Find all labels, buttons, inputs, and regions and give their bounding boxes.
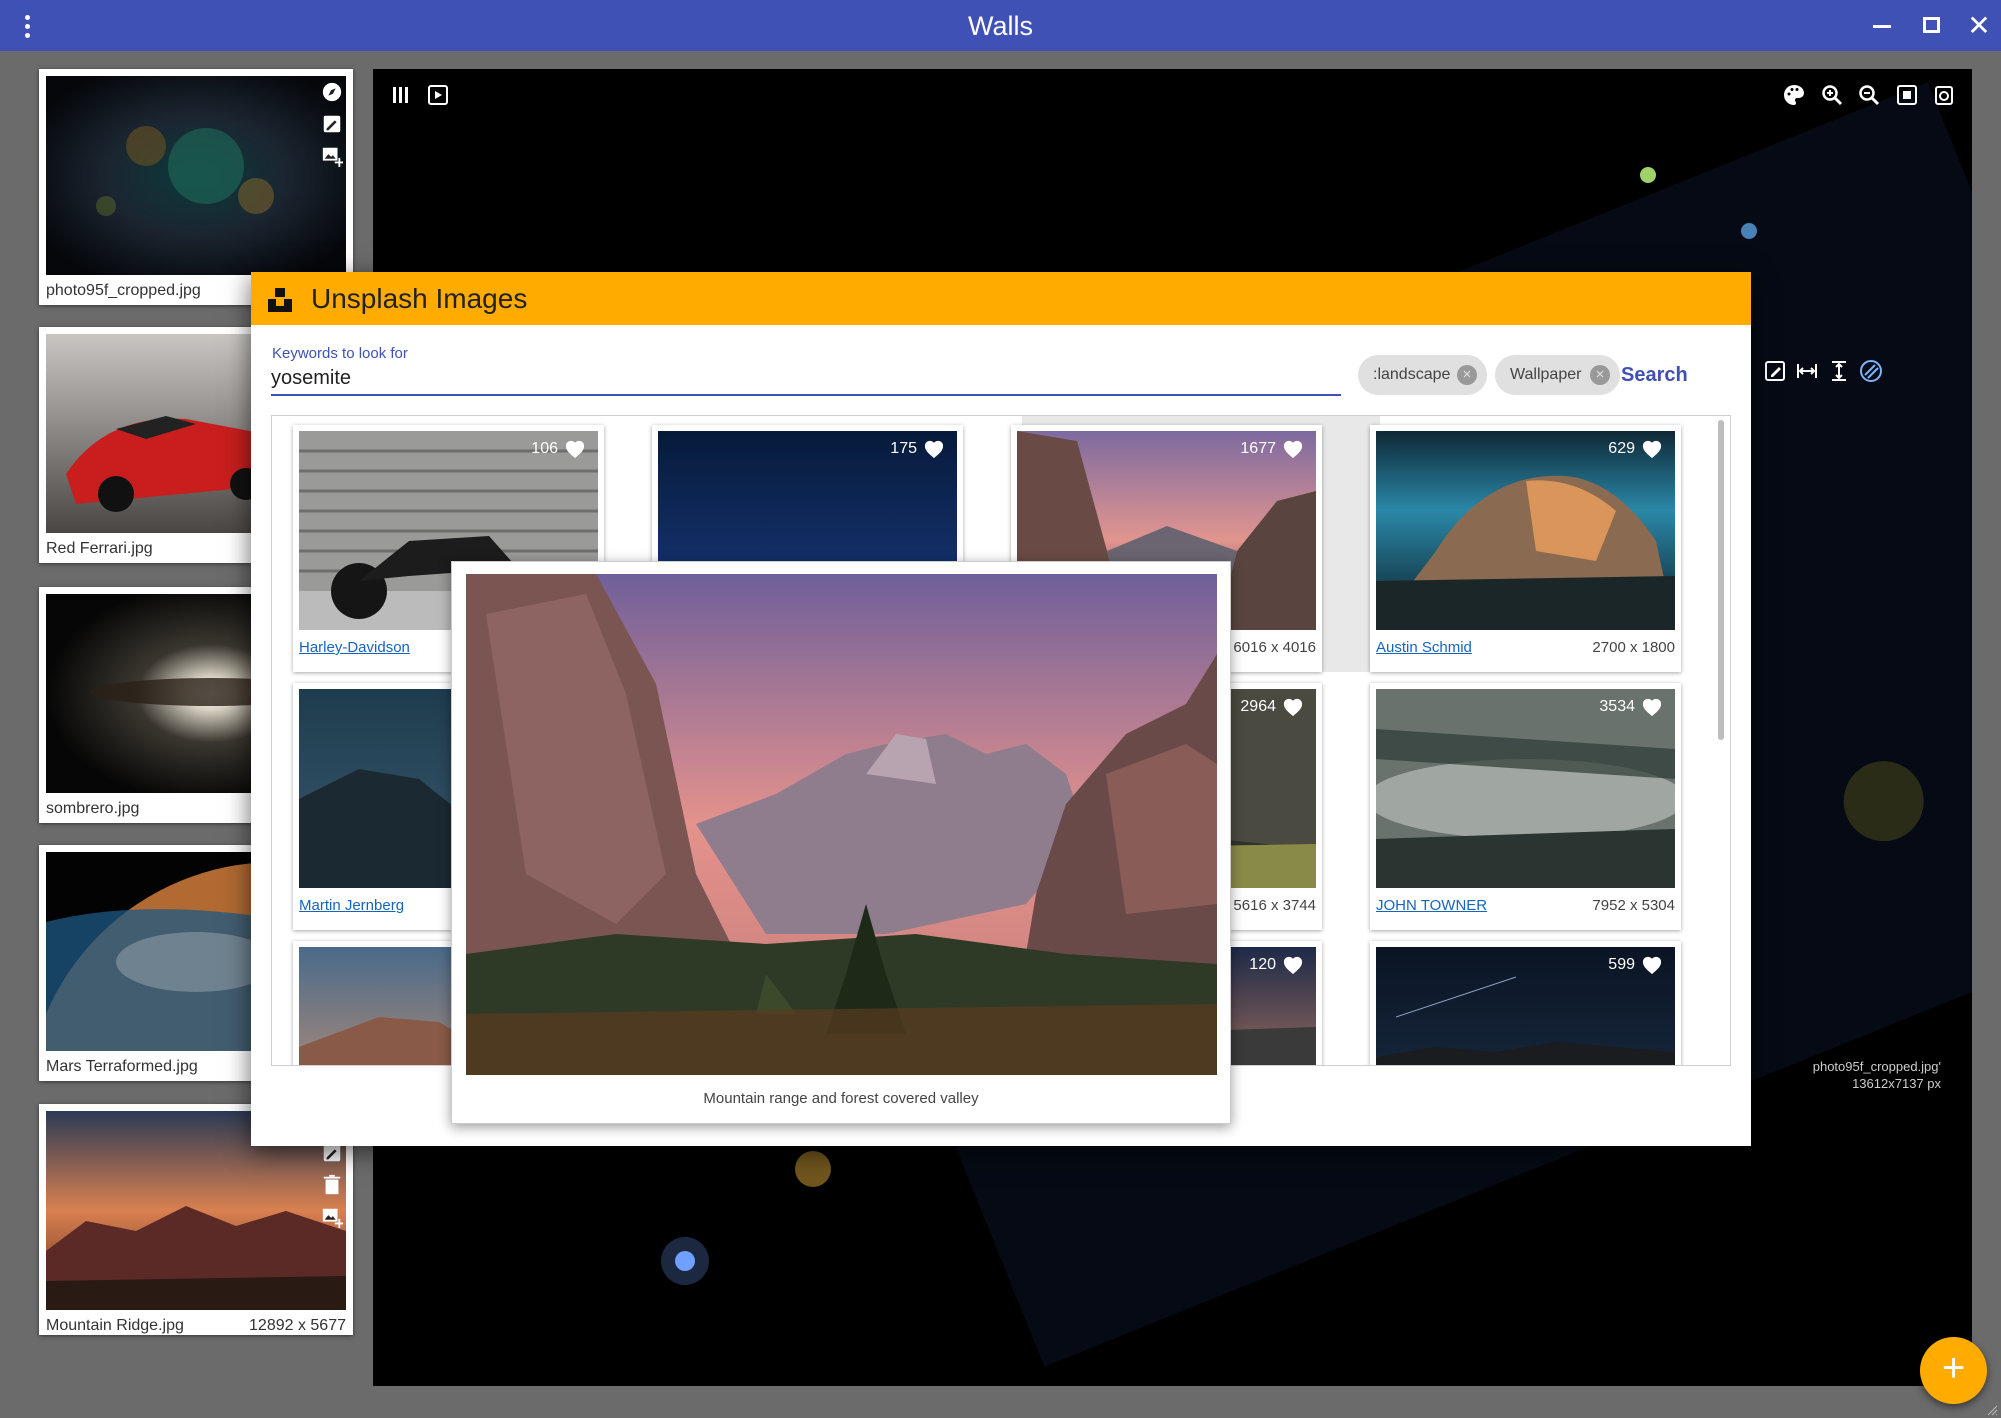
unsplash-logo-icon: [268, 288, 292, 312]
author-link[interactable]: Harley-Davidson: [299, 639, 410, 656]
resize-grip-icon[interactable]: [1986, 1404, 1998, 1416]
fit-width-icon[interactable]: [1795, 359, 1819, 383]
columns-icon[interactable]: [389, 83, 413, 107]
file-name: Red Ferrari.jpg: [46, 540, 153, 557]
fit-height-icon[interactable]: [1827, 359, 1851, 383]
result-image[interactable]: [1376, 689, 1675, 888]
result-image[interactable]: [1376, 431, 1675, 630]
author-link[interactable]: Martin Jernberg: [299, 897, 404, 914]
file-size: 12892 x 5677: [249, 1317, 346, 1334]
keywords-input[interactable]: [271, 362, 1341, 396]
chip-label: :landscape: [1373, 366, 1451, 383]
zoom-out-icon[interactable]: [1857, 83, 1881, 107]
minimize-icon[interactable]: [1864, 8, 1900, 44]
heart-icon[interactable]: [564, 439, 586, 459]
gallery-card[interactable]: photo95f_cropped.jpg: [39, 69, 353, 305]
chip-wallpaper[interactable]: Wallpaper ×: [1495, 355, 1620, 395]
chip-label: Wallpaper: [1510, 366, 1582, 383]
image-preview-popup: Mountain range and forest covered valley: [451, 561, 1231, 1124]
image-dimensions: 2700 x 1800: [1592, 639, 1675, 656]
maximize-icon[interactable]: [1913, 8, 1949, 44]
overlay-filename: photo95f_cropped.jpg': [1812, 1059, 1941, 1074]
chip-remove-icon[interactable]: ×: [1590, 365, 1610, 385]
heart-icon[interactable]: [1282, 955, 1304, 975]
result-card[interactable]: 3534 JOHN TOWNER 7952 x 5304: [1370, 683, 1681, 930]
file-name: photo95f_cropped.jpg: [46, 282, 201, 299]
add-image-icon[interactable]: [321, 1206, 343, 1228]
edit-icon[interactable]: [1763, 359, 1787, 383]
overlay-size: 13612x7137 px: [1852, 1076, 1941, 1091]
image-dimensions: 6016 x 4016: [1233, 639, 1316, 656]
heart-icon[interactable]: [1641, 439, 1663, 459]
slideshow-icon[interactable]: [426, 83, 450, 107]
heart-icon[interactable]: [1641, 697, 1663, 717]
likes-count: 1677: [1240, 439, 1304, 459]
search-button[interactable]: Search: [1621, 364, 1688, 387]
likes-count: 2964: [1240, 697, 1304, 717]
heart-icon[interactable]: [1282, 697, 1304, 717]
dialog-title: Unsplash Images: [311, 283, 528, 314]
close-icon[interactable]: ✕: [1961, 8, 1997, 44]
title-bar: Walls ✕: [0, 0, 2001, 51]
add-image-icon[interactable]: [321, 145, 343, 167]
likes-count: 106: [531, 439, 586, 459]
window-title: Walls: [968, 11, 1033, 41]
thumbnail-image: [46, 76, 346, 275]
author-link[interactable]: Austin Schmid: [1376, 639, 1472, 656]
dialog-header: Unsplash Images: [251, 272, 1751, 325]
file-name: Mars Terraformed.jpg: [46, 1058, 198, 1075]
preview-caption: Mountain range and forest covered valley: [703, 1090, 979, 1107]
likes-count: 3534: [1599, 697, 1663, 717]
fit-screen-icon[interactable]: [1895, 83, 1919, 107]
result-card[interactable]: 629 Austin Schmid 2700 x 1800: [1370, 425, 1681, 672]
keywords-label: Keywords to look for: [272, 345, 408, 362]
chip-remove-icon[interactable]: ×: [1457, 365, 1477, 385]
compass-icon[interactable]: [321, 81, 343, 103]
author-link[interactable]: JOHN TOWNER: [1376, 897, 1487, 914]
heart-icon[interactable]: [1641, 955, 1663, 975]
preview-image: [466, 574, 1217, 1075]
palette-icon[interactable]: [1782, 83, 1806, 107]
file-name: Mountain Ridge.jpg: [46, 1317, 184, 1334]
image-dimensions: 5616 x 3744: [1233, 897, 1316, 914]
heart-icon[interactable]: [1282, 439, 1304, 459]
result-card[interactable]: 599: [1370, 941, 1681, 1065]
zoom-in-icon[interactable]: [1820, 83, 1844, 107]
heart-icon[interactable]: [923, 439, 945, 459]
file-name: sombrero.jpg: [46, 800, 140, 817]
grid-scrollbar[interactable]: [1718, 420, 1724, 740]
image-dimensions: 7952 x 5304: [1592, 897, 1675, 914]
add-fab-button[interactable]: +: [1920, 1337, 1987, 1404]
edit-image-icon[interactable]: [321, 113, 343, 135]
likes-count: 120: [1249, 955, 1304, 975]
likes-count: 599: [1608, 955, 1663, 975]
rotate-crop-icon[interactable]: [1859, 359, 1883, 383]
rotate-icon[interactable]: [1932, 83, 1956, 107]
likes-count: 175: [890, 439, 945, 459]
trash-icon[interactable]: [321, 1174, 343, 1196]
likes-count: 629: [1608, 439, 1663, 459]
chip-landscape[interactable]: :landscape ×: [1358, 355, 1487, 395]
